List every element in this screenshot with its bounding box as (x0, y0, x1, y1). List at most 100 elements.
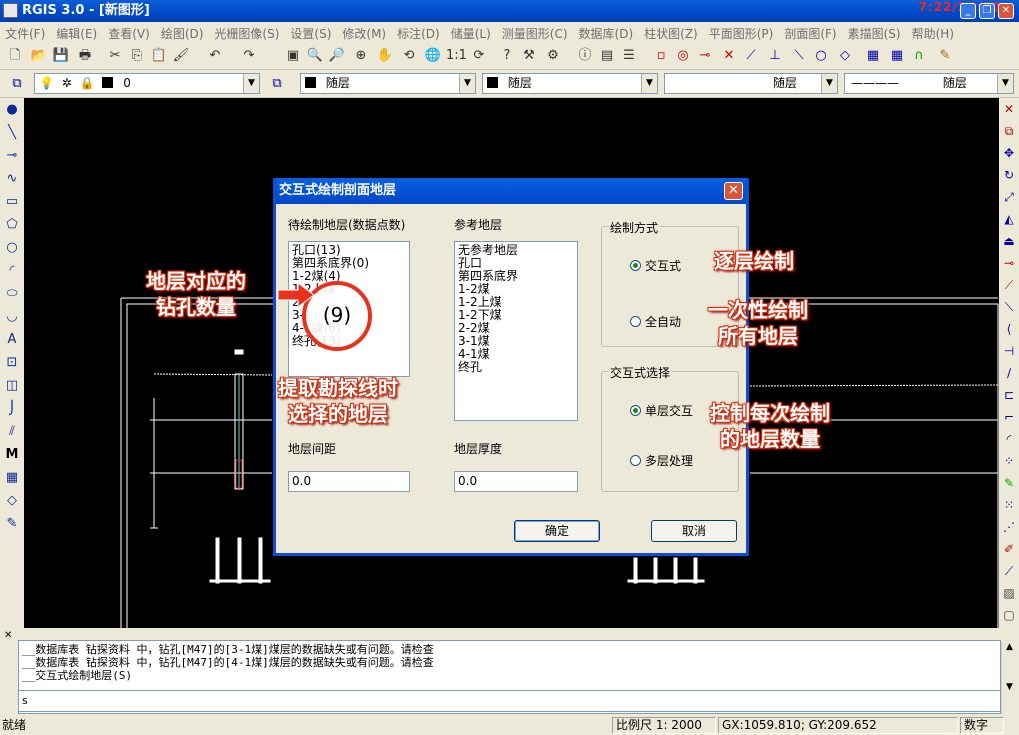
log-scrollbar[interactable]: ▲ ▼ (1001, 642, 1017, 714)
menu-item[interactable]: 储量(L) (446, 22, 497, 42)
pen-red-icon[interactable]: ✐ (999, 538, 1019, 560)
curve-icon[interactable]: ⌡ (0, 397, 24, 420)
menu-item[interactable]: 设置(S) (285, 22, 337, 42)
menu-item[interactable]: 测量图形(C) (497, 22, 574, 42)
offset-icon[interactable]: ⊏ (999, 384, 1019, 406)
frame-icon[interactable]: ▢ (999, 604, 1019, 626)
layer-stack-icon[interactable]: ⧉ (8, 75, 26, 93)
pin-icon[interactable]: ✎ (936, 47, 954, 65)
menu-item[interactable]: 绘图(D) (156, 22, 210, 42)
trim-icon[interactable]: ⟋ (999, 274, 1019, 296)
pan-hand-icon[interactable]: ✋ (376, 47, 394, 65)
magnet-icon[interactable]: ∩ (910, 47, 928, 65)
polygon-icon[interactable]: ⬠ (0, 213, 24, 236)
ellipse-arc-icon[interactable]: ◡ (0, 305, 24, 328)
make-current-layer-icon[interactable]: ⧉ (268, 75, 286, 93)
menu-item[interactable]: 编辑(E) (51, 22, 103, 42)
snap-tangent-icon[interactable]: ⊸ (696, 47, 714, 65)
tool-a-icon[interactable]: ⚒ (520, 47, 538, 65)
grid-object-icon[interactable]: ⁘ (999, 450, 1019, 472)
pencil-edit-icon[interactable]: ✎ (999, 472, 1019, 494)
color-select[interactable]: 随层 ▼ (300, 73, 476, 94)
linetype-select[interactable]: 随层 ▼ (482, 73, 658, 94)
scale-icon[interactable]: ⤢ (999, 186, 1019, 208)
layer-select[interactable]: 💡 ✲ 🔒 0 ▼ (34, 73, 260, 94)
diagonal-icon[interactable]: ⟋ (999, 560, 1019, 582)
sketch-icon[interactable]: ✎ (0, 512, 24, 535)
cancel-button[interactable]: 取消 (651, 520, 737, 542)
ok-button[interactable]: 确定 (514, 520, 600, 542)
regen-icon[interactable]: ⟳ (470, 47, 488, 65)
chevron-down-icon[interactable]: ▼ (641, 74, 657, 93)
copy-object-icon[interactable]: ⧉ (999, 120, 1019, 142)
lengthen-icon[interactable]: ⌐ (999, 406, 1019, 428)
dialog-close-button[interactable]: ✕ (724, 182, 743, 200)
fillet-icon[interactable]: ∕ (999, 362, 1019, 384)
snap-endpoint-icon[interactable]: ▫ (652, 47, 670, 65)
plotstyle-select[interactable]: ———— 随层 ▼ (844, 73, 1014, 94)
extend-icon[interactable]: ⟍ (999, 296, 1019, 318)
restore-button[interactable]: ❐ (979, 3, 995, 19)
double-line-icon[interactable]: ⫽ (0, 420, 24, 443)
print-icon[interactable]: 🖶 (76, 47, 94, 65)
menu-item[interactable]: 文件(F) (0, 22, 51, 42)
break-icon[interactable]: ⟨ (999, 318, 1019, 340)
menu-item[interactable]: 平面图形(P) (704, 22, 780, 42)
menu-item[interactable]: 光栅图像(S) (209, 22, 285, 42)
snap-intersection-icon[interactable]: ✕ (720, 47, 738, 65)
text-icon[interactable]: A (0, 328, 24, 351)
chevron-down-icon[interactable]: ▼ (459, 74, 475, 93)
chevron-down-icon[interactable]: ▼ (243, 74, 259, 93)
lineweight-select[interactable]: 随层 ▼ (664, 73, 838, 94)
redo-icon[interactable]: ↷ (240, 47, 258, 65)
save-icon[interactable]: 💾 (52, 47, 70, 65)
zoom-realtime-icon[interactable]: ⊕ (352, 47, 370, 65)
grid-icon[interactable]: ▦ (864, 47, 882, 65)
radio-automatic[interactable]: 全自动 (630, 313, 681, 330)
help-question-icon[interactable]: ? (498, 47, 516, 65)
snap-perpendicular-icon[interactable]: ⊥ (766, 47, 784, 65)
zoom-previous-icon[interactable]: ⟲ (400, 47, 418, 65)
hatch-pattern-icon[interactable]: ▨ (999, 582, 1019, 604)
chevron-down-icon[interactable]: ▼ (821, 74, 837, 93)
scale-1-1-icon[interactable]: 1:1 (446, 47, 467, 65)
panel-close-icon[interactable]: ✕ (4, 630, 12, 641)
snap-node-icon[interactable]: ◇ (836, 47, 854, 65)
open-folder-icon[interactable]: 📂 (30, 47, 48, 65)
menu-item[interactable]: 查看(V) (103, 22, 156, 42)
globe-icon[interactable]: 🌐 (424, 47, 442, 65)
line-icon[interactable]: ╲ (0, 121, 24, 144)
table-icon[interactable]: ▦ (888, 47, 906, 65)
spline-icon[interactable]: ∿ (0, 167, 24, 190)
array-icon[interactable]: ⏏ (999, 230, 1019, 252)
menu-item[interactable]: 标注(D) (392, 22, 446, 42)
chamfer-icon[interactable]: ⊣ (999, 340, 1019, 362)
menu-item[interactable]: 素描图(S) (843, 22, 907, 42)
snap-extension-icon[interactable]: ⟋ (742, 47, 760, 65)
arc-icon[interactable]: ◜ (0, 259, 24, 282)
menu-item[interactable]: 修改(M) (337, 22, 392, 42)
close-window-button[interactable]: ✕ (998, 3, 1014, 19)
mtext-icon[interactable]: M (0, 443, 24, 466)
match-properties-icon[interactable]: 🖌 (172, 47, 190, 65)
paste-icon[interactable]: 📋 (150, 47, 168, 65)
circle-icon[interactable]: ○ (0, 236, 24, 259)
radio-interactive[interactable]: 交互式 (630, 257, 681, 274)
menu-item[interactable]: 剖面图(F) (779, 22, 842, 42)
layer-spacing-input[interactable]: 0.0 (288, 471, 410, 492)
region-icon[interactable]: ◇ (0, 489, 24, 512)
hatch-icon[interactable]: ◫ (0, 374, 24, 397)
move-icon[interactable]: ✥ (999, 142, 1019, 164)
radio-single-layer[interactable]: 单层交互 (630, 402, 693, 419)
block-icon[interactable]: ⊡ (0, 351, 24, 374)
erase-icon[interactable]: ✕ (999, 98, 1019, 120)
polyline-icon[interactable]: ⊸ (0, 144, 24, 167)
snap-quadrant-icon[interactable]: ○ (812, 47, 830, 65)
menu-item[interactable]: 帮助(H) (907, 22, 960, 42)
properties-icon[interactable]: ▤ (598, 47, 616, 65)
zoom-in-icon[interactable]: 🔍 (306, 47, 324, 65)
stretch-icon[interactable]: ⊸ (999, 252, 1019, 274)
table-grid-icon[interactable]: ▦ (0, 466, 24, 489)
join-icon[interactable]: ◜ (999, 428, 1019, 450)
point-icon[interactable]: ● (0, 98, 24, 121)
